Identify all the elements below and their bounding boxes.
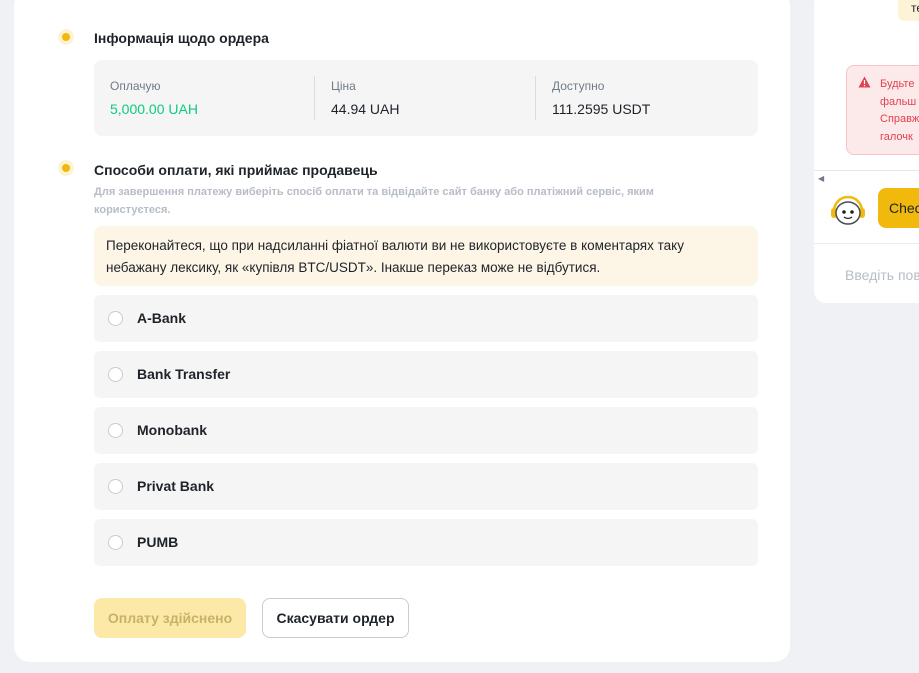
payment-option-label: Monobank <box>137 422 207 438</box>
alert-line: Будьте <box>880 78 915 90</box>
warning-icon <box>858 76 871 88</box>
order-info-panel: Оплачую 5,000.00 UAH Ціна 44.94 UAH Дост… <box>94 60 758 136</box>
radio-button[interactable] <box>108 479 123 494</box>
info-label: Доступно <box>552 79 605 93</box>
payment-option-label: PUMB <box>137 534 179 550</box>
chat-message-input[interactable] <box>845 265 919 285</box>
payment-option-pumb[interactable]: PUMB <box>94 519 758 566</box>
alert-text: Будьте фальш Справж галочк <box>880 76 919 146</box>
info-value: 5,000.00 UAH <box>110 101 198 117</box>
alert-line: фальш <box>880 95 917 108</box>
payment-option-label: Privat Bank <box>137 478 215 494</box>
payment-option-privat-bank[interactable]: Privat Bank <box>94 463 758 510</box>
divider <box>814 243 919 244</box>
paid-button[interactable]: Оплату здійснено <box>94 598 246 638</box>
divider <box>535 76 536 120</box>
radio-button[interactable] <box>108 311 123 326</box>
info-value: 44.94 UAH <box>331 101 400 117</box>
divider <box>314 76 315 120</box>
warning-notice: Переконайтеся, що при надсиланні фіатної… <box>94 226 758 286</box>
payment-option-monobank[interactable]: Monobank <box>94 407 758 454</box>
payment-option-bank-transfer[interactable]: Bank Transfer <box>94 351 758 398</box>
chat-message-bubble: те <box>898 0 919 21</box>
cancel-order-button[interactable]: Скасувати ордер <box>262 598 409 638</box>
chat-message-text: те <box>911 1 919 15</box>
order-info-title: Інформація щодо ордера <box>94 30 269 46</box>
step-indicator <box>62 33 70 41</box>
info-value: 111.2595 USDT <box>552 101 651 117</box>
info-label: Ціна <box>331 79 356 93</box>
info-label: Оплачую <box>110 79 161 93</box>
divider <box>814 170 919 171</box>
payment-option-label: Bank Transfer <box>137 366 231 382</box>
support-bot-icon <box>831 195 865 225</box>
payment-option-label: A-Bank <box>137 310 187 326</box>
radio-button[interactable] <box>108 535 123 550</box>
scroll-left-icon[interactable]: ◀ <box>818 174 824 183</box>
radio-button[interactable] <box>108 423 123 438</box>
chat-alert: Будьте фальш Справж галочк <box>846 65 919 155</box>
quick-reply-label: Chec <box>889 200 919 216</box>
payment-methods-title: Способи оплати, які приймає продавець <box>94 162 378 178</box>
step-indicator <box>62 164 70 172</box>
radio-button[interactable] <box>108 367 123 382</box>
quick-reply-button[interactable]: Chec <box>878 188 919 228</box>
payment-hint: Для завершення платежу виберіть спосіб о… <box>94 186 654 216</box>
alert-line: галочк <box>880 130 913 143</box>
payment-option-a-bank[interactable]: A-Bank <box>94 295 758 342</box>
alert-line: Справж <box>880 113 919 125</box>
